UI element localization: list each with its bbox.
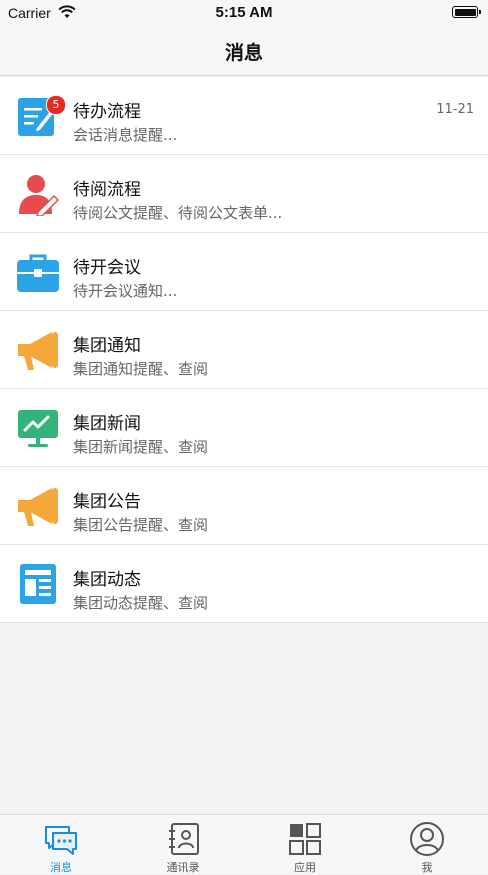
item-title: 待开会议 bbox=[73, 258, 141, 278]
item-subtitle: 集团通知提醒、查阅 bbox=[73, 360, 209, 378]
item-title: 集团动态 bbox=[73, 570, 141, 590]
unread-count-badge: 5 bbox=[46, 95, 66, 115]
tab-bar: 消息 通讯录 应用 我 bbox=[0, 814, 488, 874]
tab-apps[interactable]: 应用 bbox=[244, 815, 366, 875]
newspaper-icon bbox=[20, 564, 56, 604]
status-time: 5:15 AM bbox=[215, 4, 273, 21]
tab-me[interactable]: 我 bbox=[366, 815, 488, 875]
tab-messages[interactable]: 消息 bbox=[0, 815, 122, 875]
list-item-group-announcement[interactable]: 集团公告 集团公告提醒、查阅 bbox=[0, 467, 488, 545]
list-item-pending-reading[interactable]: 待阅流程 待阅公文提醒、待阅公文表单... bbox=[0, 155, 488, 233]
tab-label: 应用 bbox=[294, 861, 316, 874]
presentation-board-icon bbox=[18, 410, 58, 447]
tab-contacts[interactable]: 通讯录 bbox=[122, 815, 244, 875]
tab-label: 消息 bbox=[50, 861, 72, 874]
message-list: 5 待办流程 会话消息提醒... 11-21 待阅流程 待阅公文提醒、待阅公文表… bbox=[0, 77, 488, 623]
item-title: 待办流程 bbox=[73, 102, 141, 122]
status-bar: Carrier 5:15 AM bbox=[0, 0, 488, 26]
tab-label: 我 bbox=[421, 861, 433, 874]
person-pen-icon bbox=[19, 175, 60, 216]
item-title: 待阅流程 bbox=[73, 180, 141, 200]
apps-grid-icon bbox=[289, 823, 321, 855]
item-subtitle: 待阅公文提醒、待阅公文表单... bbox=[73, 204, 283, 222]
profile-icon bbox=[410, 822, 444, 856]
tab-label: 通讯录 bbox=[166, 861, 200, 874]
list-item-group-news[interactable]: 集团新闻 集团新闻提醒、查阅 bbox=[0, 389, 488, 467]
battery-icon bbox=[452, 6, 481, 18]
item-title: 集团通知 bbox=[73, 336, 141, 356]
list-item-pending-process[interactable]: 5 待办流程 会话消息提醒... 11-21 bbox=[0, 77, 488, 155]
item-title: 集团新闻 bbox=[73, 414, 141, 434]
chat-bubbles-icon bbox=[45, 826, 77, 855]
item-subtitle: 待开会议通知... bbox=[73, 282, 178, 300]
list-item-pending-meeting[interactable]: 待开会议 待开会议通知... bbox=[0, 233, 488, 311]
item-subtitle: 集团动态提醒、查阅 bbox=[73, 594, 209, 612]
item-subtitle: 集团新闻提醒、查阅 bbox=[73, 438, 209, 456]
item-title: 集团公告 bbox=[73, 492, 141, 512]
briefcase-icon bbox=[17, 254, 59, 292]
megaphone-icon bbox=[18, 332, 58, 370]
megaphone-icon bbox=[18, 488, 58, 526]
navigation-bar: 消息 bbox=[0, 26, 488, 76]
page-title: 消息 bbox=[224, 42, 263, 64]
item-time: 11-21 bbox=[436, 102, 474, 117]
item-subtitle: 会话消息提醒... bbox=[73, 126, 178, 144]
list-item-group-dynamics[interactable]: 集团动态 集团动态提醒、查阅 bbox=[0, 545, 488, 623]
contacts-book-icon bbox=[169, 823, 199, 855]
list-item-group-notice[interactable]: 集团通知 集团通知提醒、查阅 bbox=[0, 311, 488, 389]
item-subtitle: 集团公告提醒、查阅 bbox=[73, 516, 209, 534]
